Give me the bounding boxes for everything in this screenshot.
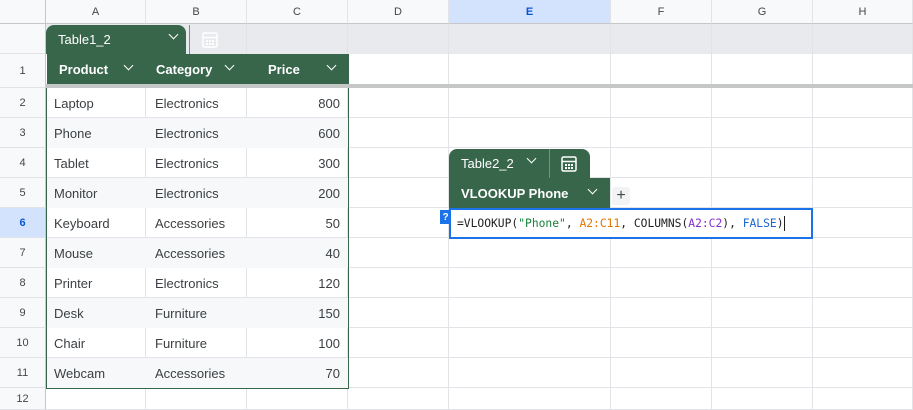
formula-token: "Phone" bbox=[518, 217, 566, 230]
help-badge-label: ? bbox=[442, 211, 449, 223]
column-header-f[interactable]: F bbox=[611, 0, 712, 24]
table1-header-price[interactable]: Price bbox=[247, 54, 349, 84]
row-header-blank bbox=[0, 24, 46, 54]
column-header-a[interactable]: A bbox=[46, 0, 146, 24]
table1-name: Table1_2 bbox=[58, 32, 111, 47]
text-cursor bbox=[783, 216, 785, 231]
chevron-down-icon[interactable] bbox=[526, 153, 537, 164]
row-header-6[interactable]: 6 bbox=[0, 208, 46, 238]
column-header-d[interactable]: D bbox=[348, 0, 449, 24]
chevron-down-icon[interactable] bbox=[326, 60, 337, 71]
formula-token: =VLOOKUP( bbox=[457, 217, 519, 230]
table2-column-header-label: VLOOKUP Phone bbox=[461, 185, 569, 201]
formula-token: A2:C11 bbox=[579, 217, 621, 230]
formula-token: ) bbox=[776, 217, 784, 230]
add-column-button[interactable]: + bbox=[612, 187, 630, 205]
formula-help-badge[interactable]: ? bbox=[440, 210, 451, 224]
formula-token: , COLUMNS( bbox=[620, 217, 689, 230]
table2-name: Table2_2 bbox=[461, 156, 514, 171]
formula-token: A2:C2 bbox=[688, 217, 723, 230]
formula-cell-editor[interactable]: =VLOOKUP("Phone", A2:C11, COLUMNS(A2:C2)… bbox=[449, 208, 813, 239]
column-header-e[interactable]: E bbox=[449, 0, 611, 24]
table1-header-label: Product bbox=[59, 61, 109, 77]
formula-token: , bbox=[565, 217, 580, 230]
table2-name-chip[interactable]: Table2_2 bbox=[449, 149, 590, 178]
chevron-down-icon[interactable] bbox=[123, 60, 134, 71]
row-header-12[interactable]: 12 bbox=[0, 388, 46, 410]
column-header-c[interactable]: C bbox=[247, 0, 348, 24]
row-header-1[interactable]: 1 bbox=[0, 54, 46, 88]
row-header-3[interactable]: 3 bbox=[0, 118, 46, 148]
row-header-5[interactable]: 5 bbox=[0, 178, 46, 208]
chevron-down-icon[interactable] bbox=[168, 29, 179, 40]
table1-header-category[interactable]: Category bbox=[146, 54, 247, 84]
column-header-h[interactable]: H bbox=[813, 0, 913, 24]
row-header-9[interactable]: 9 bbox=[0, 298, 46, 328]
table1-header-label: Price bbox=[268, 61, 300, 77]
plus-icon: + bbox=[616, 187, 626, 204]
table-settings-icon[interactable] bbox=[201, 31, 219, 49]
table1-header-product[interactable]: Product bbox=[47, 54, 146, 84]
row-header-10[interactable]: 10 bbox=[0, 328, 46, 358]
table1-border bbox=[46, 88, 349, 389]
table1-name-chip[interactable]: Table1_2 bbox=[46, 25, 218, 54]
table1-header-label: Category bbox=[156, 61, 213, 77]
formula-token: FALSE bbox=[742, 217, 777, 230]
table-settings-icon[interactable] bbox=[560, 155, 578, 173]
row-header-11[interactable]: 11 bbox=[0, 358, 46, 388]
row-header-8[interactable]: 8 bbox=[0, 268, 46, 298]
column-header-b[interactable]: B bbox=[146, 0, 247, 24]
column-header-g[interactable]: G bbox=[712, 0, 813, 24]
row-header-4[interactable]: 4 bbox=[0, 148, 46, 178]
formula-token: ), bbox=[722, 217, 743, 230]
table2-column-header[interactable]: VLOOKUP Phone bbox=[449, 178, 610, 208]
row-header-7[interactable]: 7 bbox=[0, 238, 46, 268]
chevron-down-icon[interactable] bbox=[587, 184, 598, 195]
row-header-2[interactable]: 2 bbox=[0, 88, 46, 118]
chevron-down-icon[interactable] bbox=[224, 60, 235, 71]
select-all-corner[interactable] bbox=[0, 0, 46, 24]
